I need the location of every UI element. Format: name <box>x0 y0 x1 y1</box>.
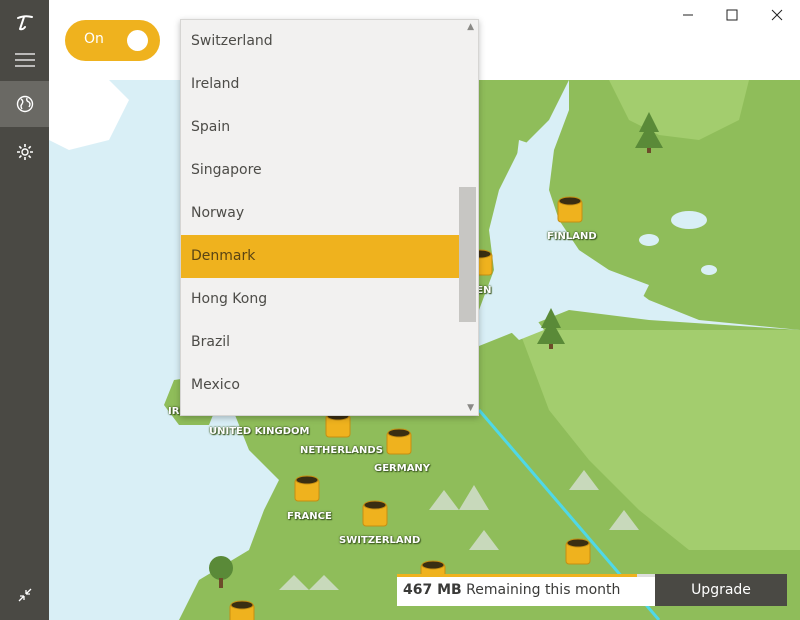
quota-text: 467 MB Remaining this month <box>403 582 620 598</box>
server-barrel-switzerland[interactable] <box>362 500 388 528</box>
country-dropdown[interactable]: Switzerland Ireland Spain Singapore Norw… <box>180 19 479 416</box>
dropdown-option[interactable]: Switzerland <box>181 20 461 63</box>
dropdown-option[interactable]: Mexico <box>181 364 461 407</box>
server-barrel-france[interactable] <box>294 475 320 503</box>
scroll-down-icon[interactable]: ▼ <box>467 403 474 413</box>
maximize-icon[interactable] <box>717 2 747 28</box>
vpn-toggle[interactable]: On <box>65 20 160 61</box>
close-icon[interactable] <box>762 2 792 28</box>
map-label-finland: FINLAND <box>547 231 597 242</box>
upgrade-button[interactable]: Upgrade <box>655 574 787 606</box>
quota-amount: 467 MB <box>403 582 462 598</box>
server-barrel-germany[interactable] <box>386 428 412 456</box>
toggle-knob <box>127 30 148 51</box>
server-barrel-romania[interactable] <box>565 538 591 566</box>
dropdown-scrollbar-thumb[interactable] <box>459 187 476 322</box>
dropdown-option-selected[interactable]: Denmark <box>181 235 461 278</box>
scroll-up-icon[interactable]: ▲ <box>467 22 474 32</box>
collapse-icon[interactable] <box>0 572 49 618</box>
map-label-france: FRANCE <box>287 511 332 522</box>
gear-icon[interactable] <box>0 129 49 175</box>
quota-progress-fill <box>397 574 637 577</box>
map-label-switzerland: SWITZERLAND <box>339 535 421 546</box>
minimize-icon[interactable] <box>673 2 703 28</box>
dropdown-option[interactable]: Spain <box>181 106 461 149</box>
quota-progress-track <box>637 574 655 577</box>
globe-icon[interactable] <box>0 81 49 127</box>
sidebar <box>0 0 49 620</box>
server-barrel-spain[interactable] <box>229 600 255 620</box>
dropdown-option[interactable]: Ireland <box>181 63 461 106</box>
map-label-netherlands: NETHERLANDS <box>300 445 383 456</box>
hamburger-icon[interactable] <box>0 37 49 83</box>
data-quota-panel: 467 MB Remaining this month <box>397 574 655 606</box>
dropdown-option[interactable]: Hong Kong <box>181 278 461 321</box>
dropdown-option[interactable]: Norway <box>181 192 461 235</box>
dropdown-option[interactable]: Singapore <box>181 149 461 192</box>
quota-description: Remaining this month <box>466 582 621 598</box>
server-barrel-finland[interactable] <box>557 196 583 224</box>
map-label-germany: GERMANY <box>374 463 431 474</box>
toggle-label: On <box>84 31 104 47</box>
map-label-uk: UNITED KINGDOM <box>209 426 310 437</box>
dropdown-option[interactable]: Brazil <box>181 321 461 364</box>
